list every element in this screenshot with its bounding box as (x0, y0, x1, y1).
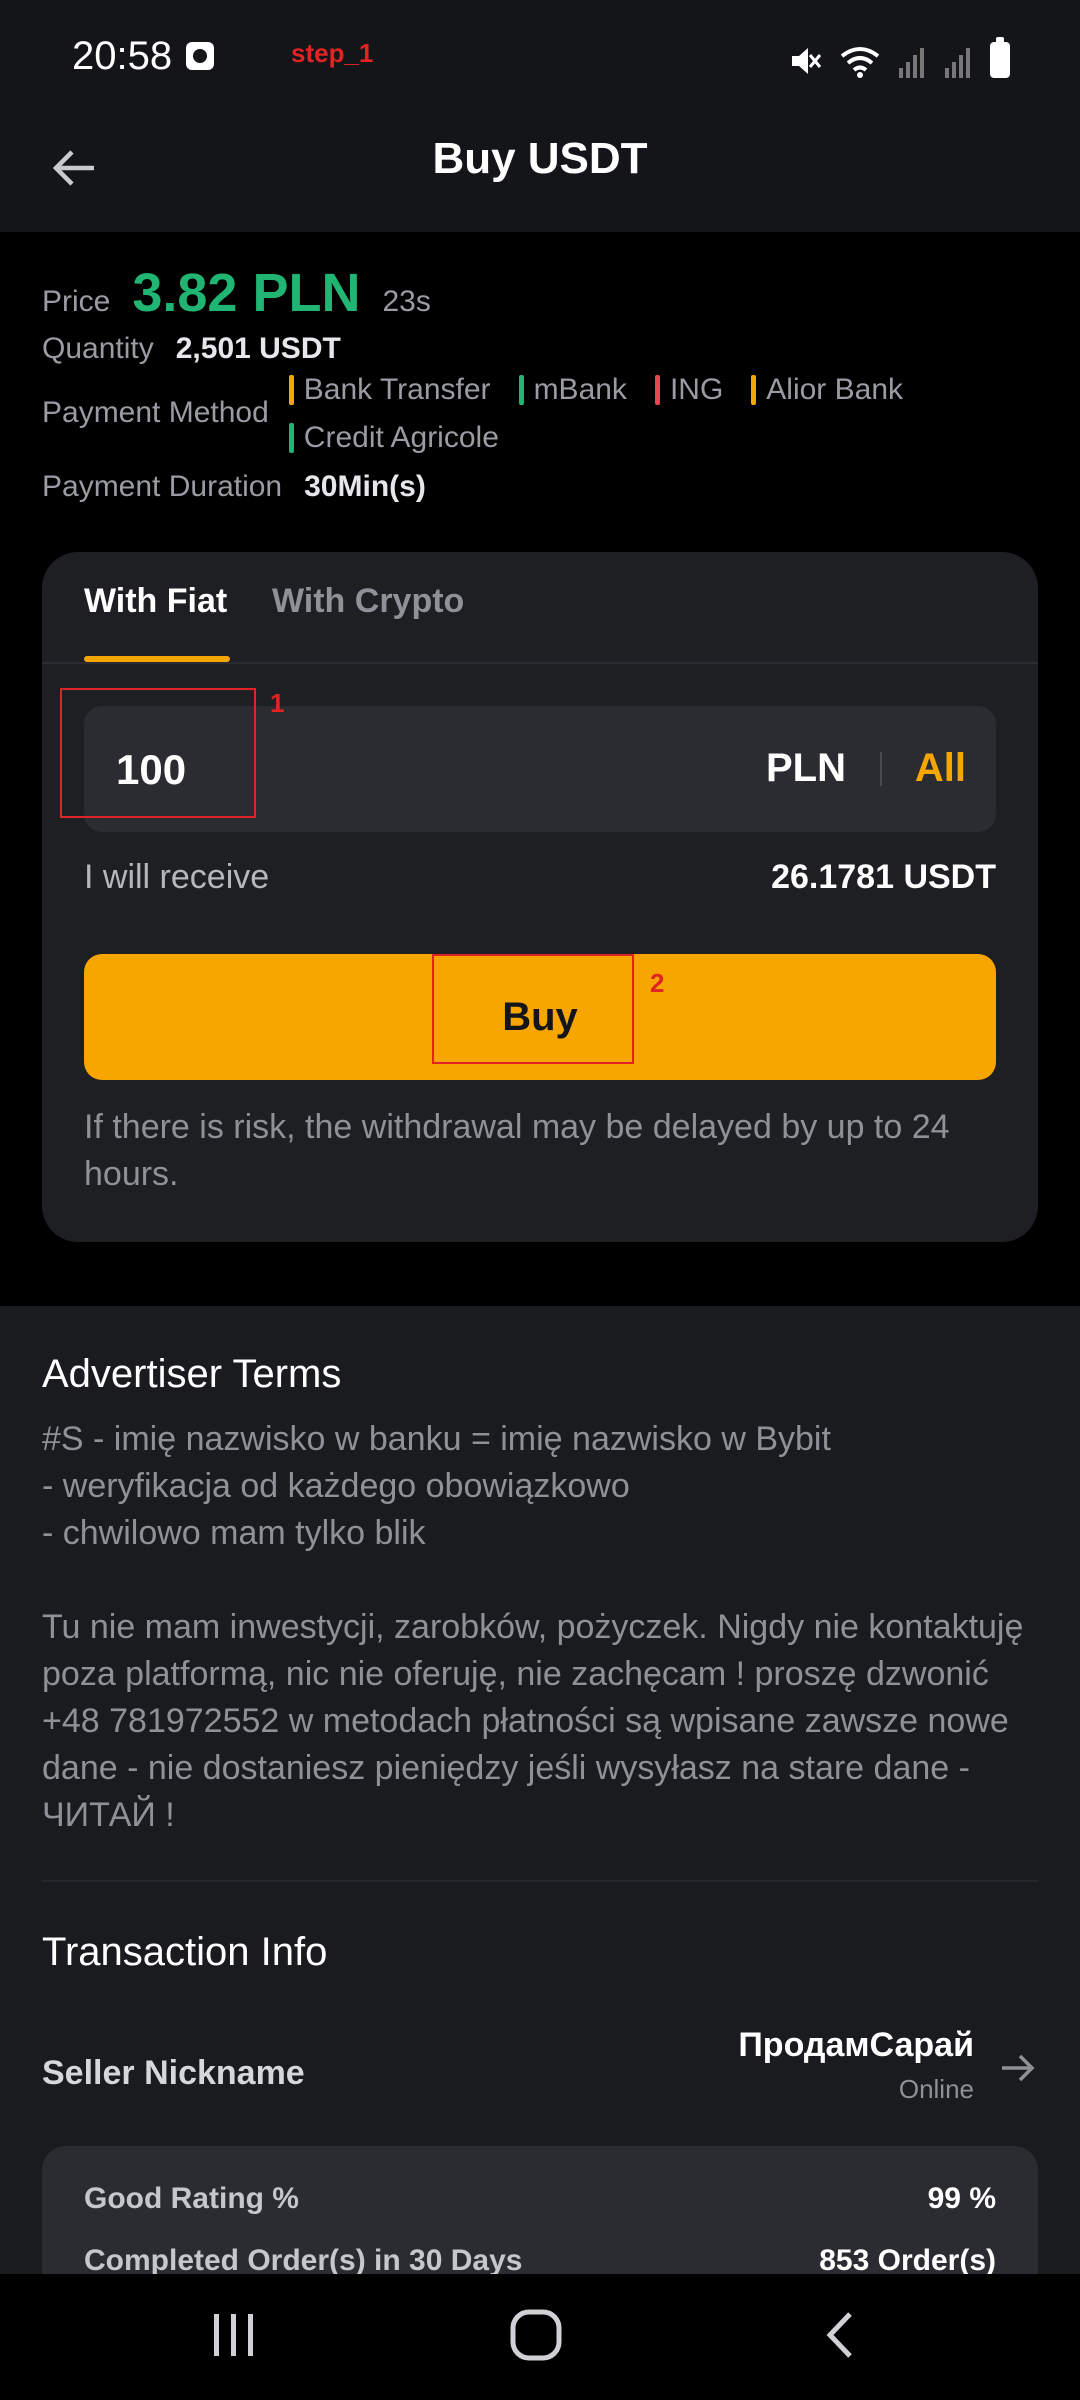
chevron-left-icon (826, 2312, 852, 2358)
payment-method-item: Bank Transfer (288, 372, 491, 408)
stat-value: 853 Order(s) (819, 2244, 996, 2277)
payment-color-bar (751, 375, 757, 405)
receive-value: 26.1781 USDT (771, 858, 996, 896)
payment-color-bar (288, 423, 294, 453)
payment-color-bar (288, 375, 294, 405)
home-button[interactable] (496, 2300, 576, 2370)
price-value: 3.82 PLN (132, 263, 361, 323)
annotation-box-1 (60, 688, 256, 818)
price-row: Price 3.82 PLN 23s (42, 262, 431, 324)
tab-with-fiat[interactable]: With Fiat (84, 582, 227, 621)
annotation-label-1: 1 (270, 688, 285, 718)
stat-row: Completed Order(s) in 30 Days 853 Order(… (84, 2244, 996, 2278)
alarm-icon (186, 42, 214, 70)
quantity-row: Quantity 2,501 USDT (42, 332, 341, 366)
active-tab-indicator (84, 656, 230, 662)
section-divider (42, 1880, 1038, 1882)
all-button[interactable]: All (915, 746, 966, 791)
payment-method-item: Credit Agricole (288, 420, 499, 456)
wifi-icon (840, 47, 880, 78)
seller-nickname-row[interactable]: Seller Nickname ПродамСарай Online (42, 2026, 1038, 2136)
advertiser-terms-title: Advertiser Terms (42, 1352, 342, 1396)
header: Buy USDT (0, 116, 1080, 232)
tab-with-crypto[interactable]: With Crypto (272, 582, 464, 621)
receive-row: I will receive 26.1781 USDT (84, 858, 996, 897)
stat-label: Completed Order(s) in 30 Days (84, 2244, 523, 2277)
currency-label: PLN (766, 746, 846, 790)
recent-apps-icon (214, 2314, 253, 2356)
payment-method-row: Payment Method Bank Transfer mBank ING A… (42, 372, 1009, 456)
mute-icon (792, 48, 822, 74)
status-bar: 20:58 step_1 (0, 0, 1080, 116)
duration-value: 30Min(s) (304, 470, 426, 503)
payment-method-item: mBank (518, 372, 627, 408)
seller-status: Online (898, 2074, 974, 2104)
annotation-box-2 (432, 954, 634, 1064)
quantity-label: Quantity (42, 332, 154, 365)
page-title: Buy USDT (432, 134, 648, 183)
payment-color-bar (654, 375, 660, 405)
seller-nickname: ПродамСарай (738, 2026, 974, 2064)
details-section: Advertiser Terms #S - imię nazwisko w ba… (0, 1306, 1080, 2346)
quantity-value: 2,501 USDT (175, 332, 341, 365)
back-nav-button[interactable] (800, 2300, 880, 2370)
recent-apps-button[interactable] (194, 2300, 274, 2370)
payment-color-bar (518, 375, 524, 405)
step-label: step_1 (291, 38, 374, 68)
status-time: 20:58 (72, 34, 173, 78)
stat-label: Good Rating % (84, 2182, 299, 2215)
payment-method-list: Bank Transfer mBank ING Alior Bank Credi… (288, 372, 1009, 456)
home-icon (510, 2309, 562, 2361)
receive-label: I will receive (84, 858, 270, 896)
price-label: Price (42, 285, 111, 318)
battery-icon (990, 37, 1010, 78)
seller-nickname-label: Seller Nickname (42, 2054, 305, 2092)
risk-note: If there is risk, the withdrawal may be … (84, 1108, 950, 1193)
navigation-bar (0, 2274, 1080, 2400)
annotation-label-2: 2 (650, 968, 665, 998)
payment-method-item: Alior Bank (751, 372, 903, 408)
buy-card: With Fiat With Crypto 100 PLN All I will… (42, 552, 1038, 1242)
transaction-info-title: Transaction Info (42, 1930, 328, 1974)
arrow-right-icon (1002, 2054, 1035, 2082)
tab-bar: With Fiat With Crypto (42, 552, 1038, 664)
advertiser-terms-text: #S - imię nazwisko w banku = imię nazwis… (42, 1420, 1024, 1834)
stat-row: Good Rating % 99 % (84, 2182, 996, 2216)
duration-label: Payment Duration (42, 470, 283, 503)
status-icons (788, 37, 1010, 78)
signal-icon-2 (945, 48, 970, 78)
price-timer: 23s (382, 285, 431, 318)
duration-row: Payment Duration 30Min(s) (42, 470, 426, 504)
stat-value: 99 % (927, 2182, 996, 2215)
divider (880, 752, 882, 786)
signal-icon (899, 48, 924, 78)
payment-method-item: ING (654, 372, 723, 408)
payment-method-label: Payment Method (42, 396, 269, 429)
